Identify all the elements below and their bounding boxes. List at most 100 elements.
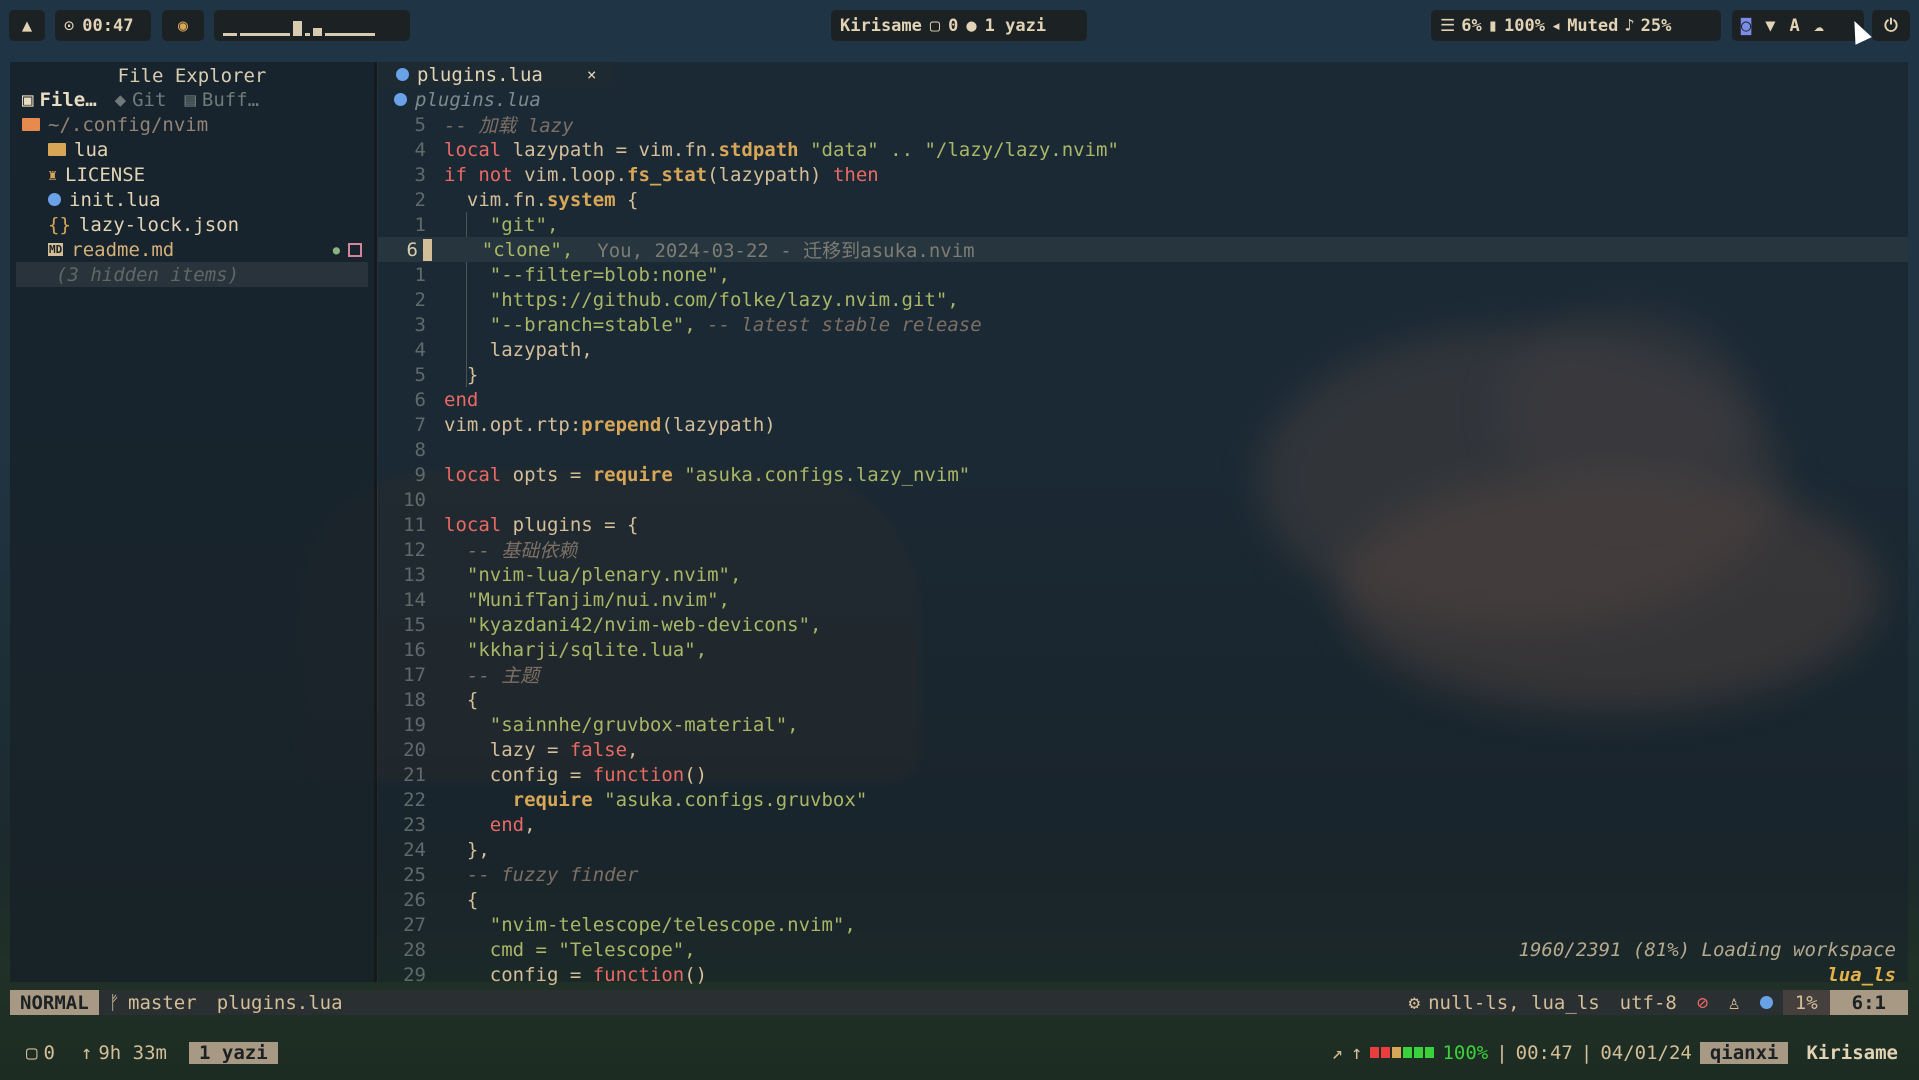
- line-number: 2: [414, 188, 426, 211]
- tree-item-label: lazy-lock.json: [78, 213, 240, 236]
- volume-text: Muted: [1567, 15, 1619, 36]
- code-lines: 5 -- 加载 lazy 4 local lazypath = vim.fn. s…: [378, 112, 1908, 987]
- json-file-icon: {}: [48, 213, 71, 236]
- code-line: 19 "sainnhe/gruvbox-material",: [378, 712, 1908, 737]
- code-line: 16 "kkharji/sqlite.lua",: [378, 637, 1908, 662]
- folder-icon: [48, 143, 66, 156]
- code-text: "https://github.com/folke/lazy.nvim.git"…: [444, 288, 959, 311]
- tree-root-label: ~/.config/nvim: [48, 113, 209, 136]
- tree-root[interactable]: ~/.config/nvim: [10, 112, 374, 137]
- linux-icon: ♙: [1728, 991, 1740, 1014]
- record-icon: ◉: [177, 15, 189, 36]
- launcher-button[interactable]: ▲: [9, 10, 45, 41]
- wifi-icon[interactable]: ▼: [1765, 16, 1775, 36]
- code-text: (): [684, 963, 708, 986]
- code-line: 4 local lazypath = vim.fn. stdpath "data"…: [378, 137, 1908, 162]
- clock-icon: ⊙: [64, 15, 75, 36]
- code-line: 10: [378, 487, 1908, 512]
- code-editor[interactable]: plugins.lua × plugins.lua 5 -- 加载 lazy 4…: [378, 62, 1908, 986]
- code-line: 5 -- 加载 lazy: [378, 112, 1908, 138]
- clock-widget[interactable]: ⊙ 00:47: [55, 10, 151, 41]
- line-number: 1: [414, 213, 426, 236]
- code-text: "kkharji/sqlite.lua",: [444, 638, 708, 661]
- buffer-tab[interactable]: plugins.lua ×: [378, 62, 615, 87]
- tmux-session[interactable]: qianxi: [1699, 1041, 1789, 1064]
- separator: |: [1496, 1041, 1508, 1064]
- line-number: 14: [403, 588, 426, 611]
- line-number: 10: [403, 488, 426, 511]
- line-number: 19: [403, 713, 426, 736]
- diagnostics-icon[interactable]: ⊘: [1687, 992, 1718, 1014]
- git-branch[interactable]: ᚠ master: [99, 992, 207, 1014]
- system-status[interactable]: ☰ 6% ▮ 100% ◂ Muted ♪ 25%: [1431, 10, 1721, 41]
- code-text: lazy =: [444, 738, 570, 761]
- arrow-icon: ↗: [1331, 1041, 1343, 1064]
- line-number: 6: [406, 238, 418, 261]
- tmux-right: ↗ ↑ 100% | 00:47 | 04/01/24 qianxi Kiris…: [1331, 1041, 1908, 1064]
- tmux-window-tab[interactable]: 1 yazi: [189, 1041, 278, 1064]
- code-text: if not: [444, 163, 513, 186]
- buffer-tabline: plugins.lua ×: [378, 62, 1908, 87]
- hidden-items[interactable]: (3 hidden items): [16, 262, 368, 287]
- cpu-text: 6%: [1461, 15, 1482, 36]
- visualizer-bars: [223, 16, 375, 36]
- winbar: plugins.lua: [378, 87, 1908, 112]
- input-method-icon[interactable]: A: [1790, 16, 1800, 36]
- tree-item-license[interactable]: ♜ LICENSE: [10, 162, 374, 187]
- record-button[interactable]: ◉: [162, 10, 204, 41]
- code-line: 18 {: [378, 687, 1908, 712]
- code-line: 5 }: [378, 362, 1908, 387]
- code-line: 24 },: [378, 837, 1908, 862]
- battery-icon: ▮: [1487, 15, 1498, 36]
- battery-bar: [1370, 1047, 1435, 1058]
- tree-item-readme[interactable]: MD readme.md ●: [10, 237, 374, 262]
- weather-icon[interactable]: ☁: [1814, 16, 1824, 36]
- code-line: 20 lazy = false,: [378, 737, 1908, 762]
- code-text: "--branch=stable",: [444, 313, 696, 336]
- tab-git[interactable]: ◆ Git: [115, 87, 167, 112]
- code-text: end: [489, 813, 525, 836]
- dot-icon: ●: [966, 15, 977, 36]
- code-line: 23 end,: [378, 812, 1908, 837]
- tree-item-lazy-lock[interactable]: {} lazy-lock.json: [10, 212, 374, 237]
- code-text: "asuka.configs.lazy_nvim": [672, 463, 971, 486]
- line-number: 28: [403, 938, 426, 961]
- window-icon: ▢: [929, 15, 941, 36]
- tree-item-init-lua[interactable]: init.lua: [10, 187, 374, 212]
- lsp-clients[interactable]: ⚙ null-ls, lua_ls: [1399, 992, 1610, 1014]
- mic-text: 25%: [1640, 15, 1672, 36]
- line-number: 4: [414, 138, 426, 161]
- code-line: 7 vim.opt.rtp: prepend (lazypath): [378, 412, 1908, 437]
- tab-files[interactable]: ▣ File…: [22, 87, 97, 112]
- code-text: -- 基础依赖: [444, 540, 578, 562]
- file-explorer: File Explorer ▣ File… ◆ Git ▤ Buff… ~/.c…: [10, 62, 374, 982]
- split-divider[interactable]: [374, 62, 377, 982]
- code-text: fs_stat: [627, 163, 708, 186]
- tree-item-lua[interactable]: lua: [10, 137, 374, 162]
- close-icon[interactable]: ×: [587, 65, 597, 84]
- cursor-position: 6:1: [1829, 990, 1908, 1015]
- power-button[interactable]: ⏻: [1872, 10, 1910, 41]
- code-text: "MunifTanjim/nui.nvim",: [444, 588, 730, 611]
- code-line: 25 -- fuzzy finder: [378, 862, 1908, 887]
- line-number: 3: [414, 163, 426, 186]
- current-line: 6 "clone", You, 2024-03-22 - 迁移到asuka.nvi…: [378, 237, 1908, 262]
- tree-item-label: init.lua: [69, 188, 161, 211]
- code-text: lazypath = vim.fn.: [501, 138, 719, 161]
- uptime: 9h 33m: [98, 1041, 167, 1064]
- code-text: vim.fn.: [444, 188, 547, 211]
- buffer-icon: ▤: [184, 88, 196, 111]
- code-line: 15 "kyazdani42/nvim-web-devicons",: [378, 612, 1908, 637]
- code-line: 4 lazypath,: [378, 337, 1908, 362]
- code-line: 6 end: [378, 387, 1908, 412]
- git-blame: You, 2024-03-22 - 迁移到asuka.nvim: [597, 240, 975, 262]
- line-number: 29: [403, 963, 426, 986]
- code-text: -- latest stable release: [695, 313, 982, 336]
- code-text: opts =: [501, 463, 593, 486]
- code-text: "kyazdani42/nvim-web-devicons",: [444, 613, 822, 636]
- workspace-indicator[interactable]: Kirisame ▢ 0 ● 1 yazi: [831, 10, 1087, 41]
- buffer-tab-label: plugins.lua: [417, 63, 543, 86]
- tab-buffers[interactable]: ▤ Buff…: [184, 87, 259, 112]
- discord-icon[interactable]: ◙: [1741, 16, 1751, 36]
